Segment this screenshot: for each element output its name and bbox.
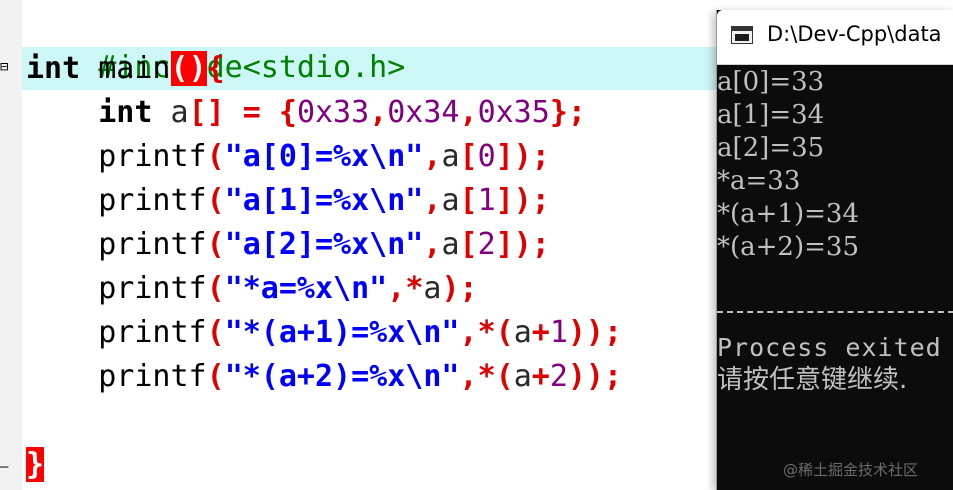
- code-line-printf-deref-a1[interactable]: printf("*(a+1)=%x\n",*(a+1));: [26, 311, 622, 355]
- var-a: a: [441, 139, 460, 174]
- output-line: a[0]=33: [717, 67, 825, 97]
- watermark: @稀土掘金技术社区: [783, 461, 919, 479]
- comma: ,: [387, 271, 406, 306]
- fold-end-icon: –: [0, 459, 9, 475]
- comma: ,: [423, 183, 442, 218]
- var-a: a: [423, 271, 442, 306]
- index: 0: [477, 139, 496, 174]
- rbracket: ]: [495, 139, 514, 174]
- open-paren: (: [170, 51, 189, 86]
- plus-op: +: [531, 315, 550, 350]
- offset: 2: [549, 359, 568, 394]
- format-string: "a[2]=%x\n": [224, 227, 424, 262]
- comma-1: ,: [369, 95, 388, 130]
- keyword-int: int: [26, 51, 81, 86]
- output-line: *a=33: [717, 166, 801, 196]
- format-string: "*(a+1)=%x\n": [224, 315, 460, 350]
- rbracket: ]: [495, 183, 514, 218]
- lparen: (: [206, 139, 225, 174]
- index: 1: [477, 183, 496, 218]
- output-line: a[2]=35: [717, 133, 825, 163]
- code-line-printf-a2[interactable]: printf("a[2]=%x\n",a[2]);: [26, 223, 550, 267]
- close-paren: ): [188, 51, 207, 86]
- keyword-int-decl: int: [98, 95, 153, 130]
- hex-value-1: 0x33: [296, 95, 370, 130]
- hex-value-2: 0x34: [387, 95, 460, 130]
- call-end: );: [513, 183, 550, 218]
- assign-op: =: [224, 95, 279, 130]
- call-end: ));: [567, 359, 623, 394]
- call-end: );: [513, 227, 550, 262]
- plus-op: +: [531, 359, 550, 394]
- printf-call: printf: [98, 359, 207, 394]
- format-string: "*(a+2)=%x\n": [224, 359, 460, 394]
- call-end: );: [513, 139, 550, 174]
- lparen: (: [206, 315, 225, 350]
- format-string: "*a=%x\n": [224, 271, 388, 306]
- closing-brace: }: [26, 447, 45, 482]
- code-line-printf-a0[interactable]: printf("a[0]=%x\n",a[0]);: [26, 135, 550, 179]
- printf-call: printf: [98, 183, 207, 218]
- var-a: a: [441, 227, 460, 262]
- code-line-printf-deref-a2[interactable]: printf("*(a+2)=%x\n",*(a+2));: [26, 355, 622, 399]
- format-string: "a[1]=%x\n": [224, 183, 424, 218]
- var-a: a: [441, 183, 460, 218]
- code-line-close[interactable]: }: [26, 443, 45, 487]
- lbracket: [: [459, 139, 478, 174]
- fold-end-mark: –: [0, 459, 9, 475]
- array-brackets: []: [188, 95, 225, 130]
- comma: ,: [459, 359, 478, 394]
- comma: ,: [423, 227, 442, 262]
- printf-call: printf: [98, 271, 207, 306]
- var-a: a: [513, 359, 532, 394]
- open-brace: {: [206, 51, 225, 86]
- code-line-printf-a1[interactable]: printf("a[1]=%x\n",a[1]);: [26, 179, 550, 223]
- init-rbrace-semicolon: };: [549, 95, 586, 130]
- offset: 1: [549, 315, 568, 350]
- comma-2: ,: [459, 95, 478, 130]
- code-line-include[interactable]: #include<stdio.h>: [26, 2, 405, 85]
- lparen: (: [206, 227, 225, 262]
- lparen: (: [206, 359, 225, 394]
- lparen: (: [206, 183, 225, 218]
- call-end: ));: [567, 315, 623, 350]
- var-a: a: [513, 315, 532, 350]
- printf-call: printf: [98, 315, 207, 350]
- console-window[interactable]: D:\Dev-Cpp\data a[0]=33 a[1]=34 a[2]=35 …: [716, 10, 953, 490]
- init-lbrace: {: [278, 95, 297, 130]
- deref-open: *(: [477, 359, 514, 394]
- code-line-printf-deref[interactable]: printf("*a=%x\n",*a);: [26, 267, 478, 311]
- comma: ,: [423, 139, 442, 174]
- fold-minus-icon[interactable]: ⊟: [0, 59, 8, 75]
- matched-paren: (): [170, 51, 207, 86]
- process-exit-text: Process exited: [717, 333, 942, 362]
- code-line-main[interactable]: int main(){: [26, 47, 225, 91]
- printf-call: printf: [98, 139, 207, 174]
- deref-star: *: [405, 271, 424, 306]
- lbracket: [: [459, 183, 478, 218]
- var-a: a: [170, 95, 189, 130]
- hex-value-3: 0x35: [477, 95, 550, 130]
- console-titlebar[interactable]: D:\Dev-Cpp\data: [717, 10, 953, 65]
- lparen: (: [206, 271, 225, 306]
- printf-call: printf: [98, 227, 207, 262]
- output-separator: [717, 311, 953, 313]
- function-name-main: main: [98, 51, 171, 86]
- output-line: a[1]=34: [717, 100, 825, 130]
- fold-toggle-icon[interactable]: ⊟: [0, 59, 8, 75]
- code-line-array-decl[interactable]: int a[] = {0x33,0x34,0x35};: [26, 91, 586, 135]
- index: 2: [477, 227, 496, 262]
- console-app-icon: [731, 26, 753, 44]
- deref-open: *(: [477, 315, 514, 350]
- console-title: D:\Dev-Cpp\data: [767, 22, 942, 46]
- comma: ,: [459, 315, 478, 350]
- output-line: *(a+1)=34: [717, 199, 859, 229]
- lbracket: [: [459, 227, 478, 262]
- call-end: );: [441, 271, 478, 306]
- rbracket: ]: [495, 227, 514, 262]
- format-string: "a[0]=%x\n": [224, 139, 424, 174]
- output-line: *(a+2)=35: [717, 232, 859, 262]
- press-any-key-prompt: 请按任意键继续.: [717, 365, 908, 395]
